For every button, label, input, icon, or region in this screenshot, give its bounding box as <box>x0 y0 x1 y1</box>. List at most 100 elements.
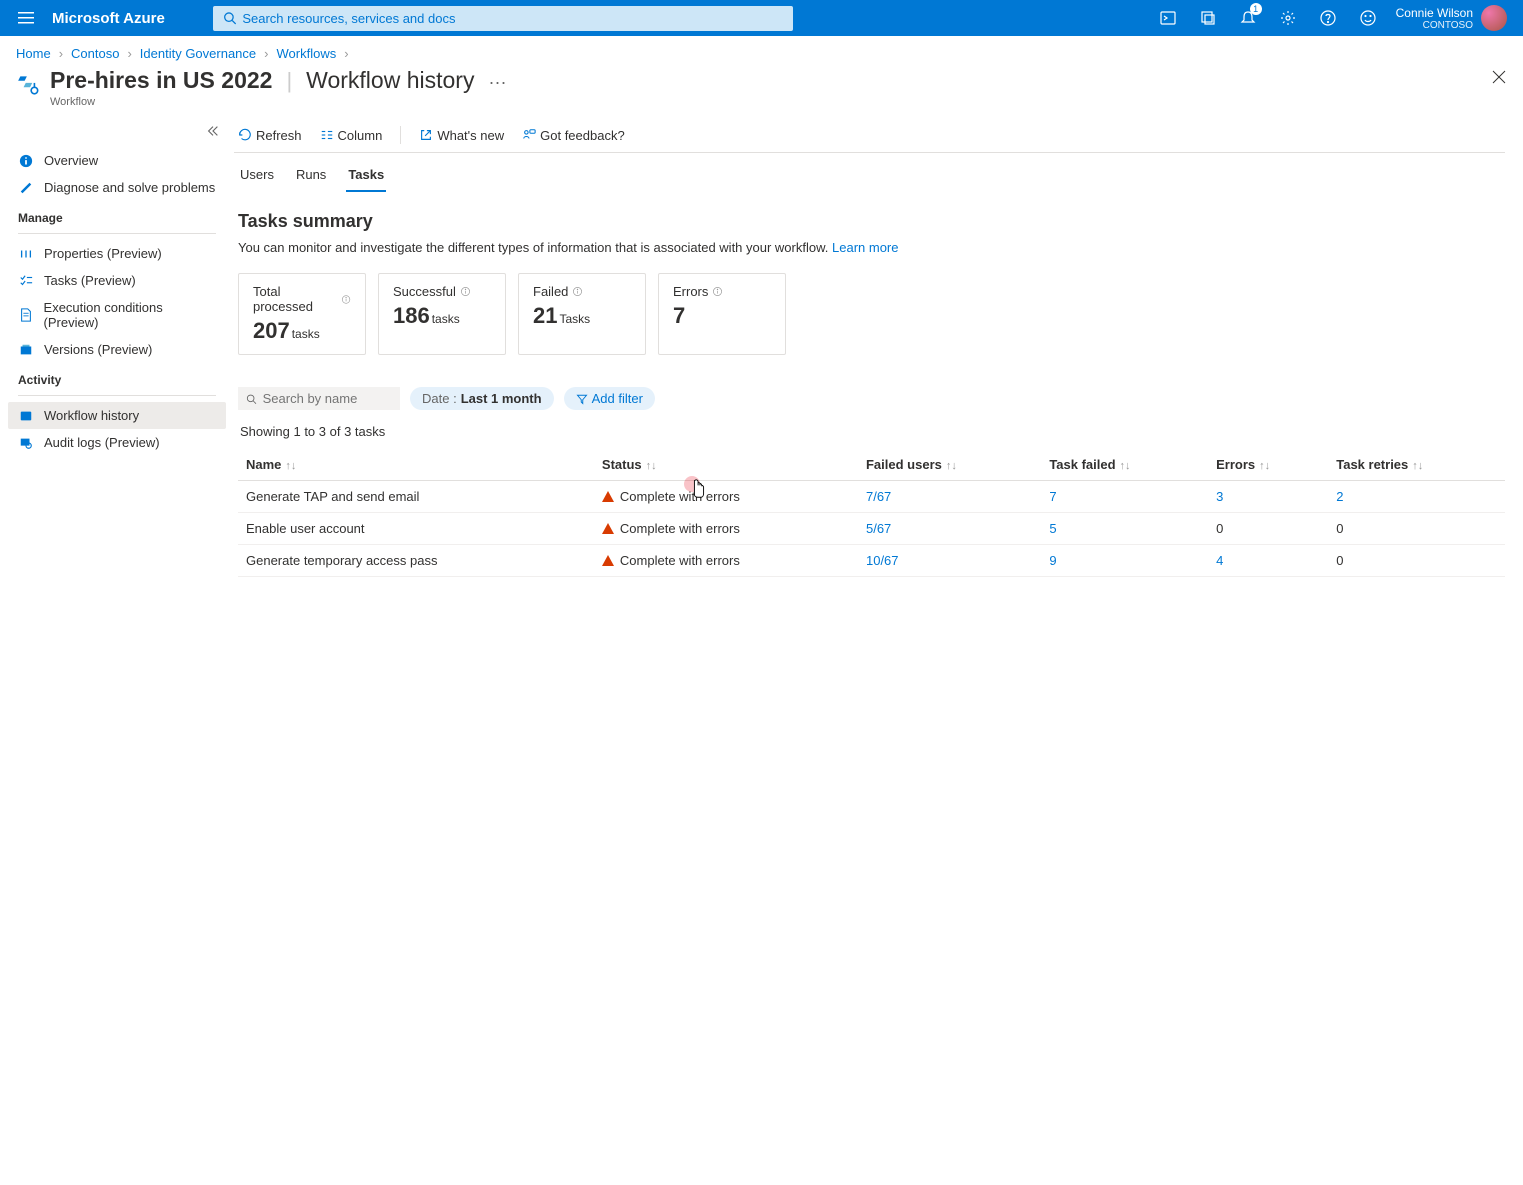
breadcrumb-item[interactable]: Home <box>16 46 51 61</box>
blade-header: Pre-hires in US 2022 | Workflow history … <box>0 67 1523 118</box>
tab-tasks[interactable]: Tasks <box>346 163 386 192</box>
versions-icon <box>18 343 34 357</box>
cloud-shell-icon[interactable] <box>1148 0 1188 36</box>
cell-errors-link[interactable]: 4 <box>1216 553 1223 568</box>
cell-status: Complete with errors <box>602 521 850 536</box>
workflow-resource-icon <box>16 71 42 97</box>
collapse-sidebar-button[interactable] <box>8 124 226 147</box>
cell-failed-users-link[interactable]: 5/67 <box>866 521 891 536</box>
settings-icon[interactable] <box>1268 0 1308 36</box>
sidebar-item-diagnose[interactable]: Diagnose and solve problems <box>8 174 226 201</box>
info-icon <box>18 154 34 168</box>
col-errors[interactable]: Errors↑↓ <box>1208 449 1328 481</box>
sidebar-item-label: Overview <box>44 153 98 168</box>
cell-errors: 0 <box>1208 513 1328 545</box>
info-icon <box>572 286 583 297</box>
result-count: Showing 1 to 3 of 3 tasks <box>240 424 1505 439</box>
info-icon <box>712 286 723 297</box>
col-failed-users[interactable]: Failed users↑↓ <box>858 449 1041 481</box>
feedback-button[interactable]: Got feedback? <box>522 128 625 143</box>
breadcrumb-item[interactable]: Workflows <box>277 46 337 61</box>
sidebar-item-label: Versions (Preview) <box>44 342 152 357</box>
filter-row: Date : Last 1 month Add filter <box>238 387 1505 410</box>
cell-name: Generate TAP and send email <box>238 481 594 513</box>
cell-task-failed-link[interactable]: 9 <box>1049 553 1056 568</box>
cell-status: Complete with errors <box>602 553 850 568</box>
tab-runs[interactable]: Runs <box>294 163 328 192</box>
card-total-processed[interactable]: Total processed 207tasks <box>238 273 366 355</box>
tab-users[interactable]: Users <box>238 163 276 192</box>
close-blade-button[interactable] <box>1491 69 1507 88</box>
sidebar-item-tasks[interactable]: Tasks (Preview) <box>8 267 226 294</box>
person-feedback-icon <box>522 128 536 142</box>
cell-retries-link[interactable]: 2 <box>1336 489 1343 504</box>
table-row[interactable]: Generate temporary access pass Complete … <box>238 545 1505 577</box>
table-row[interactable]: Generate TAP and send email Complete wit… <box>238 481 1505 513</box>
sidebar-item-label: Diagnose and solve problems <box>44 180 215 195</box>
brand-label[interactable]: Microsoft Azure <box>44 10 173 27</box>
resource-type-label: Workflow <box>50 96 506 108</box>
add-filter-button[interactable]: Add filter <box>564 387 655 410</box>
breadcrumb-item[interactable]: Identity Governance <box>140 46 256 61</box>
col-name[interactable]: Name↑↓ <box>238 449 594 481</box>
global-search-input[interactable] <box>242 11 782 26</box>
refresh-icon <box>238 128 252 142</box>
card-failed[interactable]: Failed 21Tasks <box>518 273 646 355</box>
wrench-icon <box>18 181 34 195</box>
search-by-name-input[interactable] <box>263 391 392 406</box>
cell-task-failed-link[interactable]: 5 <box>1049 521 1056 536</box>
breadcrumb-item[interactable]: Contoso <box>71 46 119 61</box>
sidebar-item-workflow-history[interactable]: Workflow history <box>8 402 226 429</box>
more-actions-button[interactable]: ··· <box>488 72 506 93</box>
title-separator: | <box>286 68 292 94</box>
account-menu[interactable]: Connie Wilson CONTOSO <box>1388 5 1515 31</box>
external-link-icon <box>419 128 433 142</box>
chevron-right-icon: › <box>264 46 268 61</box>
warning-icon <box>602 491 614 502</box>
sidebar: Overview Diagnose and solve problems Man… <box>0 118 234 597</box>
sort-icon: ↑↓ <box>946 460 957 472</box>
chevron-right-icon: › <box>127 46 131 61</box>
cell-failed-users-link[interactable]: 7/67 <box>866 489 891 504</box>
chevron-right-icon: › <box>344 46 348 61</box>
sidebar-item-execution-conditions[interactable]: Execution conditions (Preview) <box>8 294 226 336</box>
learn-more-link[interactable]: Learn more <box>832 240 898 255</box>
avatar <box>1481 5 1507 31</box>
notifications-badge: 1 <box>1250 3 1262 15</box>
cell-errors-link[interactable]: 3 <box>1216 489 1223 504</box>
cell-failed-users-link[interactable]: 10/67 <box>866 553 899 568</box>
search-icon <box>223 11 237 25</box>
card-errors[interactable]: Errors 7 <box>658 273 786 355</box>
refresh-button[interactable]: Refresh <box>238 128 302 143</box>
tabs: Users Runs Tasks <box>234 153 1505 193</box>
filter-icon <box>576 393 588 405</box>
date-filter-pill[interactable]: Date : Last 1 month <box>410 387 554 410</box>
search-by-name[interactable] <box>238 387 400 410</box>
cell-status: Complete with errors <box>602 489 850 504</box>
help-icon[interactable] <box>1308 0 1348 36</box>
global-search[interactable] <box>213 6 793 31</box>
col-retries[interactable]: Task retries↑↓ <box>1328 449 1505 481</box>
notifications-icon[interactable]: 1 <box>1228 0 1268 36</box>
card-successful[interactable]: Successful 186tasks <box>378 273 506 355</box>
col-task-failed[interactable]: Task failed↑↓ <box>1041 449 1208 481</box>
cell-task-failed-link[interactable]: 7 <box>1049 489 1056 504</box>
properties-icon <box>18 247 34 261</box>
topbar: Microsoft Azure 1 Connie Wilson CONTOSO <box>0 0 1523 36</box>
table-row[interactable]: Enable user account Complete with errors… <box>238 513 1505 545</box>
chevron-left-double-icon <box>206 124 220 138</box>
sidebar-item-audit-logs[interactable]: Audit logs (Preview) <box>8 429 226 456</box>
col-status[interactable]: Status↑↓ <box>594 449 858 481</box>
hamburger-menu[interactable] <box>8 10 44 26</box>
sidebar-item-properties[interactable]: Properties (Preview) <box>8 240 226 267</box>
column-button[interactable]: Column <box>320 128 383 143</box>
document-icon <box>18 308 34 322</box>
sidebar-item-overview[interactable]: Overview <box>8 147 226 174</box>
page-subtitle: Workflow history <box>306 67 474 94</box>
sidebar-item-versions[interactable]: Versions (Preview) <box>8 336 226 363</box>
directory-switch-icon[interactable] <box>1188 0 1228 36</box>
feedback-smile-icon[interactable] <box>1348 0 1388 36</box>
search-icon <box>246 393 257 405</box>
whats-new-button[interactable]: What's new <box>419 128 504 143</box>
cell-name: Enable user account <box>238 513 594 545</box>
